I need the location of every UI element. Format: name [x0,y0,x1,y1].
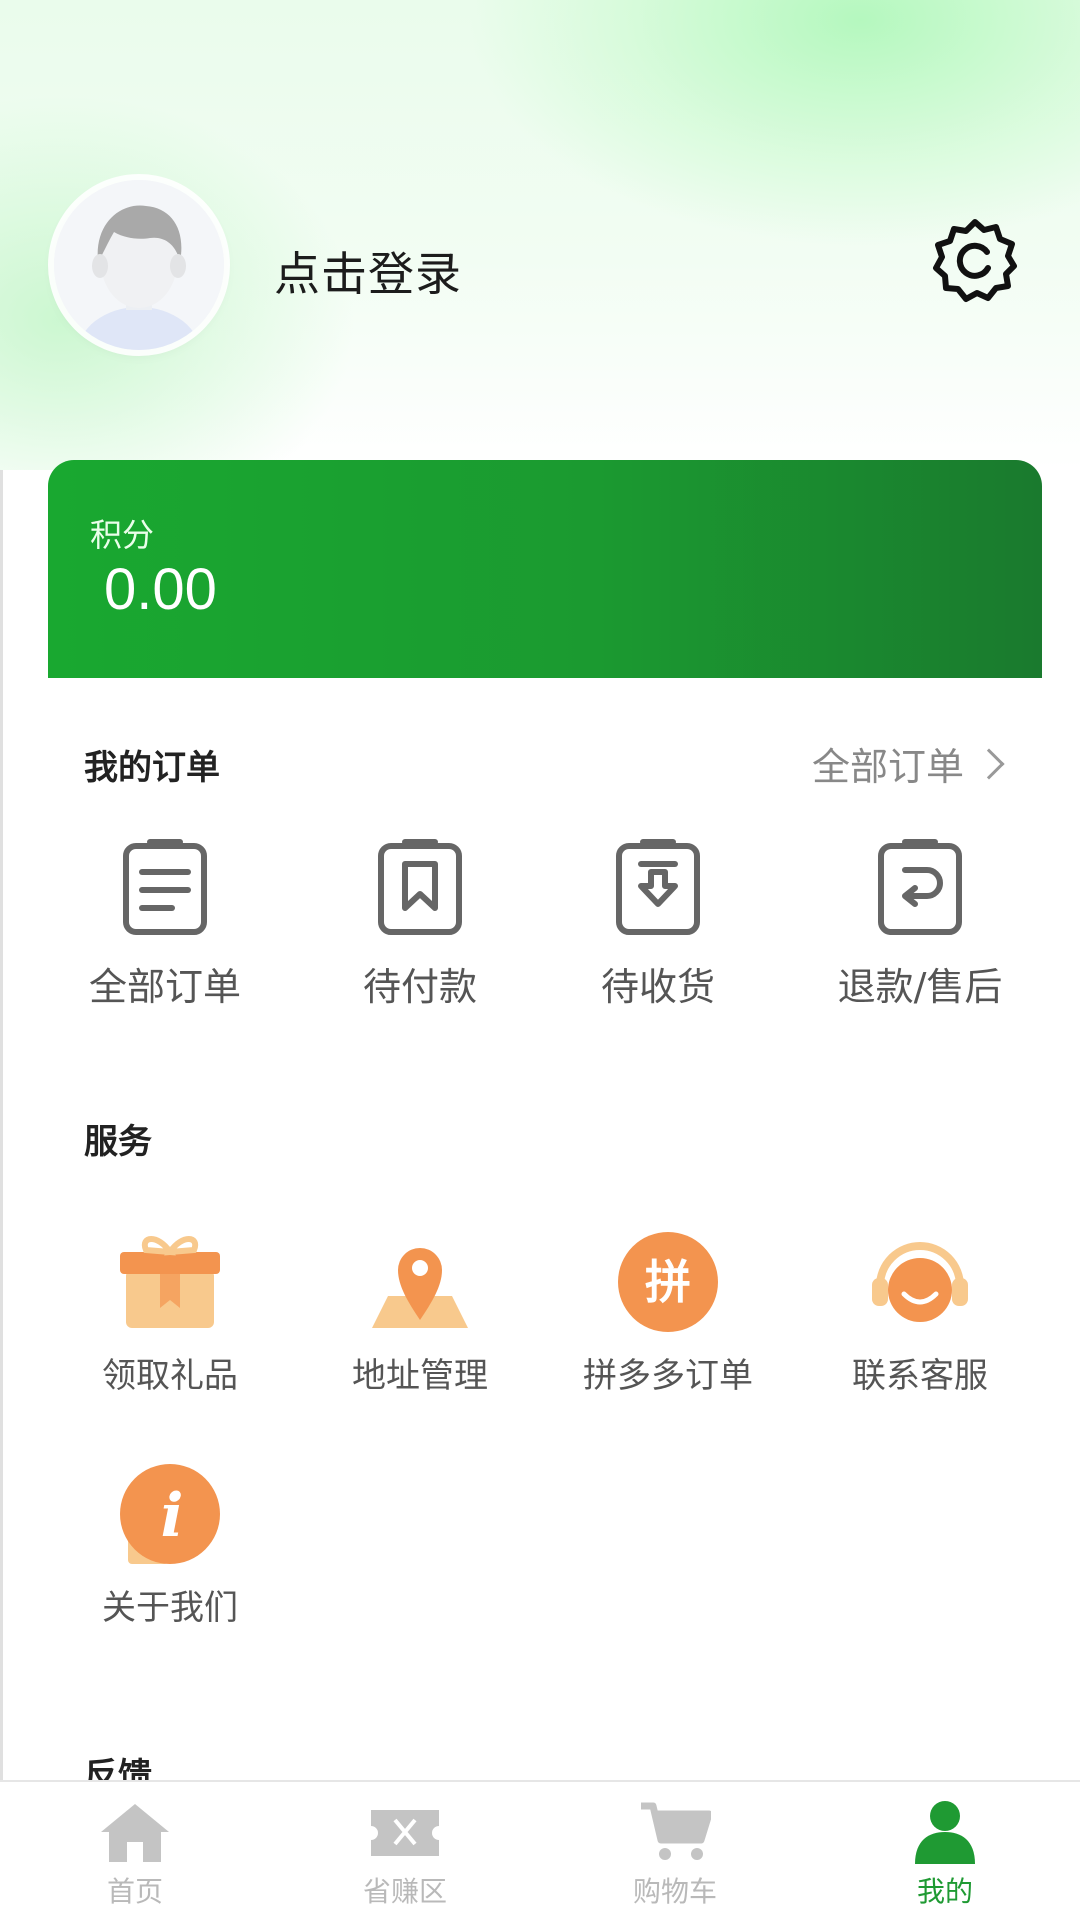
profile-header: 点击登录 [0,0,1080,440]
service-pdd-orders-button[interactable]: 拼 拼多多订单 [568,1230,768,1397]
all-orders-link[interactable]: 全部订单 [811,736,1005,791]
points-label: 积分 [90,516,155,554]
order-pending-payment-button[interactable]: 待付款 [330,836,510,1011]
bottom-tab-bar: 首页 省赚区 购物车 我的 [0,1780,1080,1920]
tab-label: 我的 [916,1875,973,1908]
service-item-label: 拼多多订单 [583,1356,753,1396]
order-item-label: 待付款 [362,965,477,1009]
order-list-icon [123,839,207,935]
default-avatar-icon [54,180,224,350]
tab-label: 首页 [106,1875,163,1908]
order-all-button[interactable]: 全部订单 [70,836,260,1011]
download-box-icon [616,839,700,935]
service-item-label: 联系客服 [852,1356,988,1396]
points-value: 0.00 [104,557,217,622]
service-address-button[interactable]: 地址管理 [330,1230,510,1397]
points-card[interactable]: 积分 0.00 [48,460,1042,678]
settings-gear-icon[interactable] [930,216,1020,306]
headset-icon [872,1242,968,1322]
location-icon [372,1248,468,1328]
order-item-label: 待收货 [600,965,715,1009]
pin-glyph: 拼 [645,1255,691,1309]
services-section-title: 服务 [84,1122,152,1162]
info-icon: i [120,1464,220,1564]
service-item-label: 关于我们 [102,1588,238,1628]
tab-cart[interactable]: 购物车 [540,1782,810,1920]
login-prompt[interactable]: 点击登录 [274,238,462,304]
feedback-section-title: 反馈 [84,1756,152,1780]
pin-icon: 拼 [618,1232,718,1332]
bookmark-icon [378,839,462,935]
tab-home[interactable]: 首页 [0,1782,270,1920]
info-glyph: i [161,1481,184,1551]
order-refund-button[interactable]: 退款/售后 [820,836,1020,1011]
all-orders-link-label: 全部订单 [811,745,964,789]
cart-icon [641,1802,711,1860]
home-icon [101,1804,169,1862]
tab-mine[interactable]: 我的 [810,1782,1080,1920]
order-item-label: 退款/售后 [837,965,1003,1009]
return-icon [878,839,962,935]
avatar[interactable] [54,180,224,350]
tab-label: 省赚区 [362,1875,447,1908]
chevron-right-icon [973,747,1005,780]
service-item-label: 领取礼品 [102,1356,238,1396]
order-item-label: 全部订单 [88,965,241,1009]
ticket-icon [371,1810,439,1856]
service-about-button[interactable]: i 关于我们 [80,1462,260,1629]
user-icon [915,1801,975,1864]
service-gift-button[interactable]: 领取礼品 [80,1230,260,1397]
service-support-button[interactable]: 联系客服 [830,1230,1010,1397]
order-pending-receipt-button[interactable]: 待收货 [568,836,748,1011]
gift-icon [120,1236,220,1328]
orders-section-title: 我的订单 [84,748,220,788]
tab-savings[interactable]: 省赚区 [270,1782,540,1920]
service-item-label: 地址管理 [352,1356,488,1396]
tab-label: 购物车 [632,1875,717,1908]
